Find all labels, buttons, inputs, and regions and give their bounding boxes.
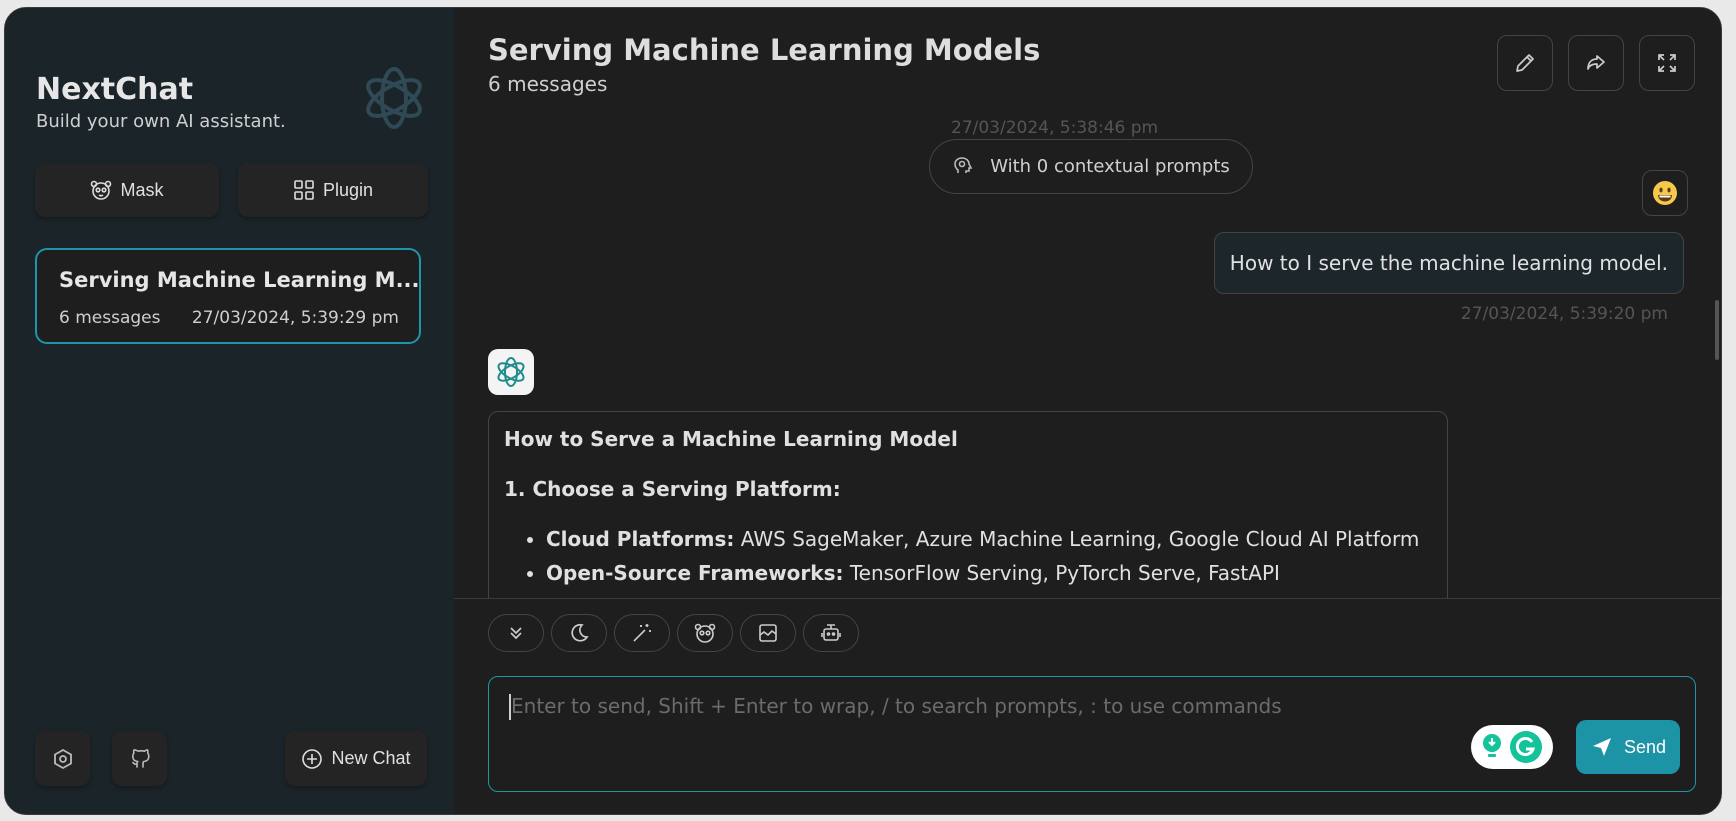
send-label: Send bbox=[1623, 736, 1667, 757]
context-timestamp: 27/03/2024, 5:38:46 pm bbox=[951, 118, 1159, 138]
chat-main: Serving Machine Learning Models 6 messag… bbox=[454, 8, 1721, 814]
plugin-button[interactable]: Plugin bbox=[238, 163, 428, 217]
fullscreen-icon bbox=[1655, 51, 1679, 75]
masks-button[interactable] bbox=[677, 614, 733, 652]
fullscreen-button[interactable] bbox=[1639, 35, 1695, 91]
theme-icon bbox=[568, 622, 590, 644]
list-item: Open-Source Frameworks: TensorFlow Servi… bbox=[546, 561, 1432, 585]
send-icon bbox=[1590, 735, 1614, 759]
context-prompts-pill[interactable]: With 0 contextual prompts bbox=[929, 139, 1253, 194]
list-item-text: AWS SageMaker, Azure Machine Learning, G… bbox=[734, 527, 1420, 551]
user-message-timestamp: 27/03/2024, 5:39:20 pm bbox=[1460, 304, 1668, 324]
grammarly-widget[interactable] bbox=[1471, 725, 1553, 769]
chat-input[interactable]: Enter to send, Shift + Enter to wrap, / … bbox=[488, 676, 1696, 792]
share-icon bbox=[1584, 51, 1608, 75]
github-button[interactable] bbox=[112, 731, 167, 786]
user-message: How to I serve the machine learning mode… bbox=[1213, 232, 1684, 294]
app-window: NextChat Build your own AI assistant. Ma… bbox=[4, 7, 1722, 815]
share-button[interactable] bbox=[1568, 35, 1624, 91]
mask-button[interactable]: Mask bbox=[35, 163, 219, 217]
scroll-down-icon bbox=[506, 623, 526, 643]
new-chat-button[interactable]: New Chat bbox=[285, 731, 427, 786]
user-avatar[interactable] bbox=[1642, 170, 1688, 216]
bot-message-list: Cloud Platforms: AWS SageMaker, Azure Ma… bbox=[504, 527, 1432, 585]
prompt-button[interactable] bbox=[614, 614, 670, 652]
brain-icon bbox=[952, 155, 976, 179]
theme-toggle-button[interactable] bbox=[551, 614, 607, 652]
input-panel: Enter to send, Shift + Enter to wrap, / … bbox=[454, 598, 1721, 814]
masks-icon bbox=[694, 622, 716, 644]
plugin-icon bbox=[293, 179, 315, 201]
session-count: 6 messages bbox=[59, 308, 161, 328]
image-button[interactable] bbox=[740, 614, 796, 652]
list-item-label: Open-Source Frameworks: bbox=[546, 561, 844, 585]
image-icon bbox=[757, 622, 779, 644]
sidebar: NextChat Build your own AI assistant. Ma… bbox=[5, 8, 454, 814]
page-title: Serving Machine Learning Models bbox=[488, 33, 1041, 67]
app-title: NextChat bbox=[36, 72, 194, 107]
bot-message-heading: How to Serve a Machine Learning Model bbox=[504, 427, 958, 451]
list-item-text: TensorFlow Serving, PyTorch Serve, FastA… bbox=[843, 561, 1280, 585]
bot-message-step: 1. Choose a Serving Platform: bbox=[504, 477, 841, 501]
scroll-to-bottom-button[interactable] bbox=[488, 614, 544, 652]
send-button[interactable]: Send bbox=[1576, 720, 1680, 774]
robot-icon bbox=[820, 622, 842, 644]
openai-logo-icon bbox=[494, 355, 528, 389]
chat-session-item[interactable]: Serving Machine Learning M... 6 messages… bbox=[35, 248, 421, 344]
smiley-icon bbox=[1651, 179, 1679, 207]
github-icon bbox=[128, 747, 152, 771]
prompt-icon bbox=[631, 622, 653, 644]
settings-icon bbox=[51, 747, 75, 771]
new-chat-label: New Chat bbox=[331, 748, 411, 768]
chat-scrollbar[interactable] bbox=[1715, 300, 1719, 360]
robot-button[interactable] bbox=[803, 614, 859, 652]
list-item: Cloud Platforms: AWS SageMaker, Azure Ma… bbox=[546, 527, 1432, 551]
settings-button[interactable] bbox=[35, 731, 90, 786]
session-time: 27/03/2024, 5:39:29 pm bbox=[191, 308, 399, 328]
list-item-label: Cloud Platforms: bbox=[546, 527, 735, 551]
add-icon bbox=[301, 748, 323, 770]
lightbulb-icon bbox=[1481, 732, 1503, 762]
chat-input-placeholder: Enter to send, Shift + Enter to wrap, / … bbox=[511, 694, 1282, 718]
app-subtitle: Build your own AI assistant. bbox=[36, 111, 286, 132]
bot-avatar bbox=[488, 349, 534, 395]
mask-label: Mask bbox=[120, 179, 164, 200]
context-prompts-label: With 0 contextual prompts bbox=[990, 156, 1230, 177]
edit-button[interactable] bbox=[1497, 35, 1553, 91]
grammarly-icon bbox=[1509, 730, 1543, 764]
session-title: Serving Machine Learning M... bbox=[59, 268, 420, 292]
edit-icon bbox=[1513, 51, 1537, 75]
mask-icon bbox=[90, 179, 112, 201]
plugin-label: Plugin bbox=[322, 179, 374, 200]
openai-logo-icon bbox=[359, 63, 429, 133]
message-count: 6 messages bbox=[488, 72, 608, 96]
